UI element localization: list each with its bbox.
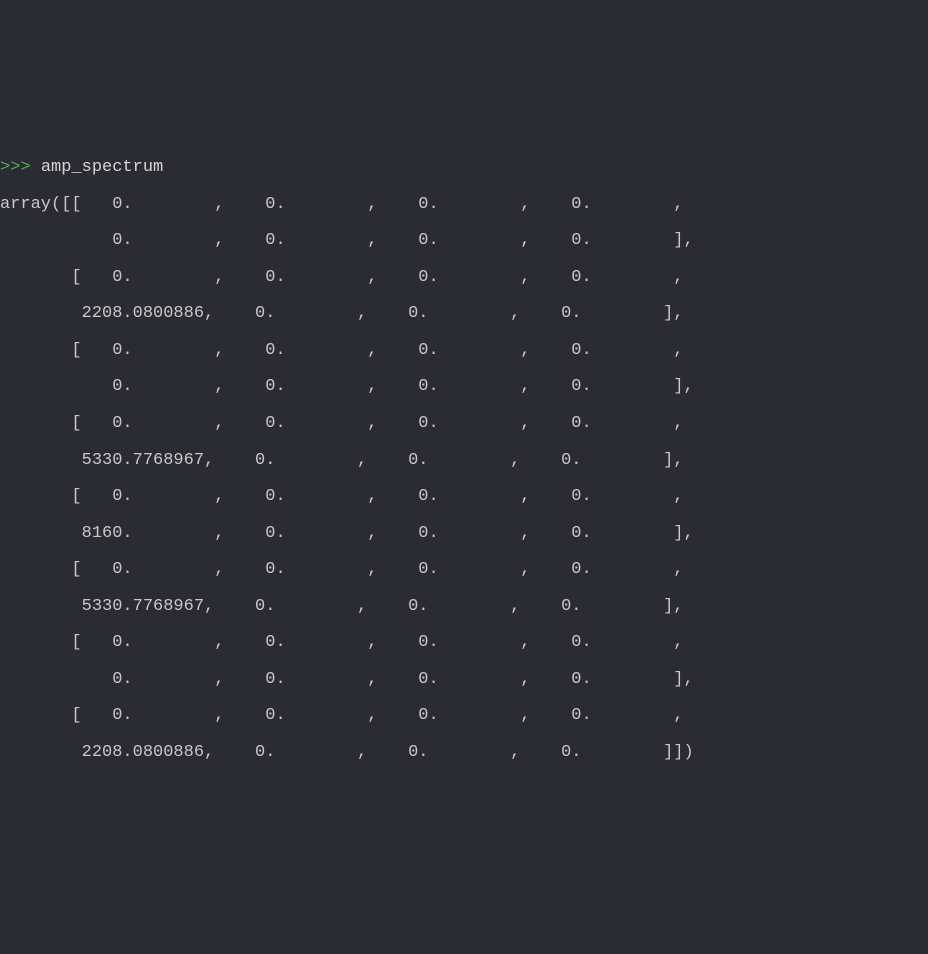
output-line: 5330.7768967, 0. , 0. , 0. ],: [0, 597, 684, 616]
output-line: 2208.0800886, 0. , 0. , 0. ],: [0, 304, 684, 323]
output-line: [ 0. , 0. , 0. , 0. ,: [0, 560, 684, 579]
output-line: [ 0. , 0. , 0. , 0. ,: [0, 268, 684, 287]
command-input[interactable]: amp_spectrum: [41, 158, 163, 177]
prompt-marker: >>>: [0, 158, 41, 177]
output-line: 0. , 0. , 0. , 0. ],: [0, 670, 694, 689]
output-line: array([[ 0. , 0. , 0. , 0. ,: [0, 195, 684, 214]
output-line: 5330.7768967, 0. , 0. , 0. ],: [0, 451, 684, 470]
output-line: 2208.0800886, 0. , 0. , 0. ]]): [0, 743, 694, 762]
output-line: [ 0. , 0. , 0. , 0. ,: [0, 633, 684, 652]
output-line: 0. , 0. , 0. , 0. ],: [0, 231, 694, 250]
output-line: 8160. , 0. , 0. , 0. ],: [0, 524, 694, 543]
output-line: [ 0. , 0. , 0. , 0. ,: [0, 341, 684, 360]
output-line: [ 0. , 0. , 0. , 0. ,: [0, 706, 684, 725]
terminal-output: >>> amp_spectrum array([[ 0. , 0. , 0. ,…: [0, 150, 928, 771]
output-line: [ 0. , 0. , 0. , 0. ,: [0, 414, 684, 433]
output-line: [ 0. , 0. , 0. , 0. ,: [0, 487, 684, 506]
output-line: 0. , 0. , 0. , 0. ],: [0, 377, 694, 396]
